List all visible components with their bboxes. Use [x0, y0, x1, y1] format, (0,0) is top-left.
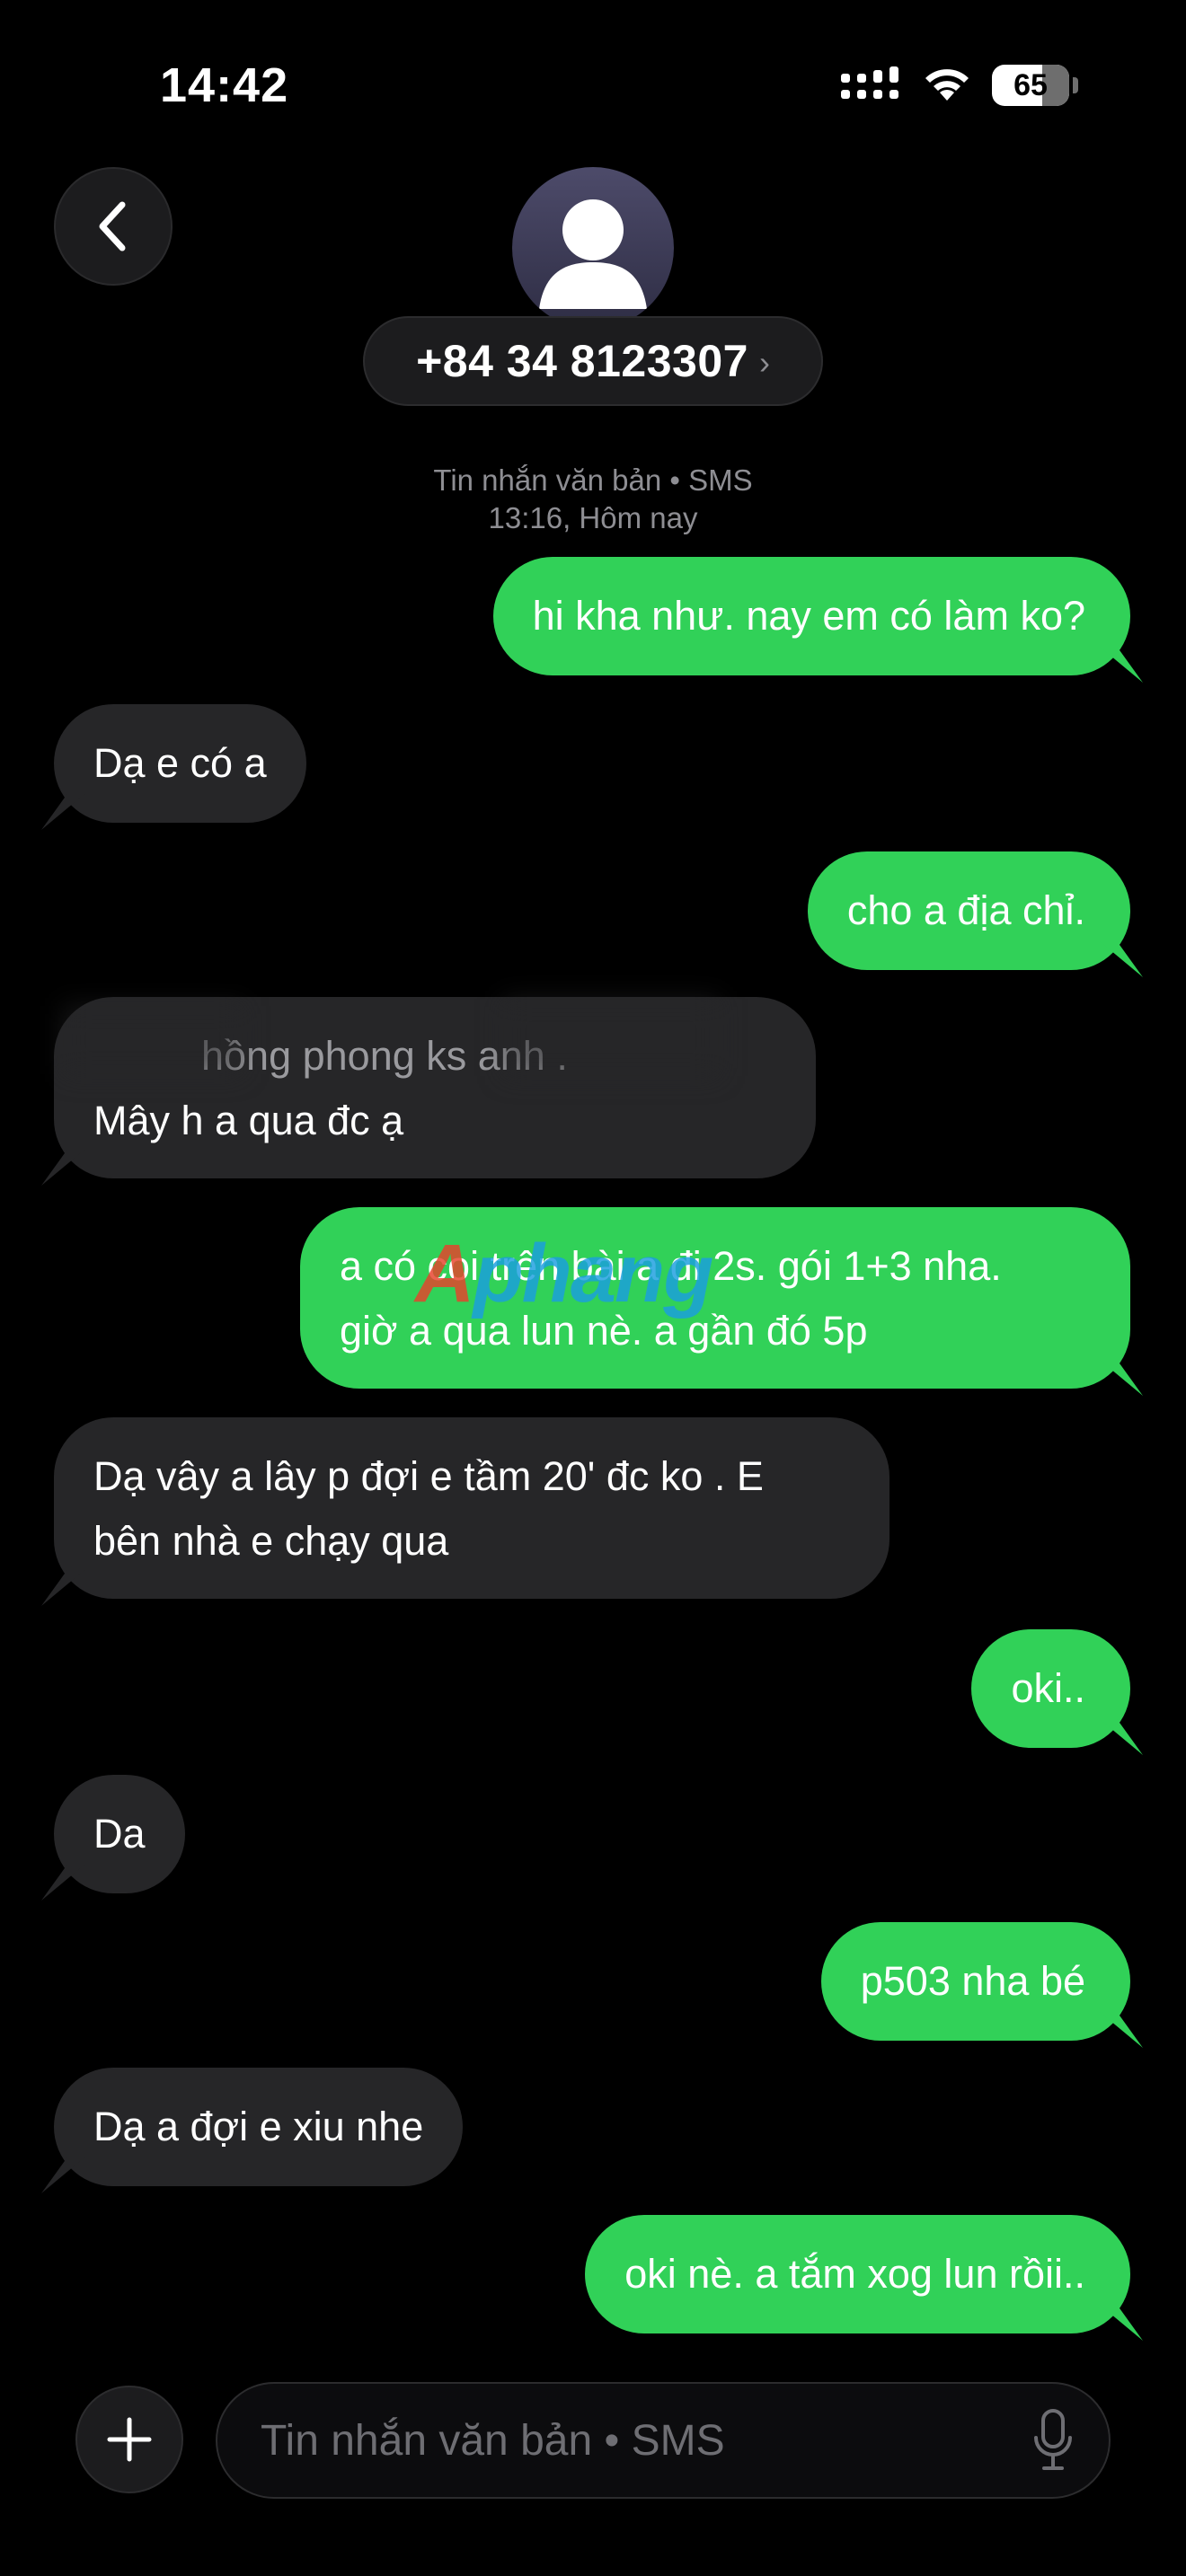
battery-cap	[1073, 77, 1078, 93]
message-text: hi kha như. nay em có làm ko?	[532, 593, 1085, 639]
plus-icon	[107, 2417, 152, 2462]
chevron-right-icon: ›	[758, 344, 770, 381]
conversation-meta: Tin nhắn văn bản • SMS 13:16, Hôm nay	[0, 462, 1186, 537]
microphone-icon[interactable]	[1031, 2409, 1075, 2472]
message-bubble-sent[interactable]: p503 nha bé	[820, 1922, 1130, 2041]
contact-avatar[interactable]	[512, 167, 674, 329]
message-text: a có coi trên bài a đi 2s. gói 1+3 nha.	[340, 1243, 1002, 1289]
message-text: Dạ a đợi e xiu nhe	[93, 2104, 424, 2149]
redaction-blur	[63, 1006, 243, 1074]
cellular-signal-icon	[841, 66, 898, 99]
message-bubble-sent[interactable]: cho a địa chỉ.	[807, 851, 1130, 970]
battery-indicator: 65	[992, 65, 1069, 106]
message-text: oki..	[1011, 1665, 1085, 1711]
battery-percentage: 65	[1013, 68, 1048, 102]
message-bubble-received[interactable]: Dạ vây a lây p đợi e tầm 20' đc ko . E b…	[54, 1417, 890, 1599]
message-text: Da	[93, 1811, 146, 1857]
message-text: cho a địa chỉ.	[846, 887, 1085, 933]
message-text: Mây h a qua đc ạ	[93, 1098, 404, 1143]
service-label: Tin nhắn văn bản • SMS	[433, 463, 753, 497]
contact-name-button[interactable]: +84 34 8123307 ›	[363, 316, 823, 406]
message-bubble-sent[interactable]: oki..	[971, 1629, 1130, 1748]
message-text: Dạ vây a lây p đợi e tầm 20' đc ko . E	[93, 1453, 764, 1499]
message-text: p503 nha bé	[860, 1958, 1085, 2004]
status-time: 14:42	[160, 58, 289, 112]
person-icon	[539, 199, 647, 309]
message-bubble-received[interactable]: Dạ a đợi e xiu nhe	[54, 2068, 464, 2186]
chevron-left-icon	[99, 201, 126, 251]
message-input[interactable]	[216, 2382, 1111, 2499]
message-bubble-sent[interactable]: a có coi trên bài a đi 2s. gói 1+3 nha. …	[300, 1207, 1130, 1389]
redaction-blur	[503, 999, 719, 1076]
message-bubble-received[interactable]: Dạ e có a	[54, 704, 306, 823]
contact-number: +84 34 8123307	[416, 336, 748, 386]
conversation-timestamp: 13:16, Hôm nay	[488, 501, 698, 534]
back-button[interactable]	[54, 167, 173, 286]
message-bubble-sent[interactable]: oki nè. a tắm xog lun rồii..	[585, 2215, 1130, 2333]
message-bubble-sent[interactable]: hi kha như. nay em có làm ko?	[492, 557, 1130, 675]
message-text: Dạ e có a	[93, 740, 267, 786]
wifi-icon	[925, 69, 969, 101]
message-bubble-received[interactable]: Da	[54, 1775, 185, 1893]
message-text: bên nhà e chạy qua	[93, 1518, 449, 1564]
add-attachment-button[interactable]	[75, 2386, 183, 2493]
message-text: oki nè. a tắm xog lun rồii..	[624, 2251, 1085, 2297]
message-text: giờ a qua lun nè. a gần đó 5p	[340, 1308, 868, 1354]
